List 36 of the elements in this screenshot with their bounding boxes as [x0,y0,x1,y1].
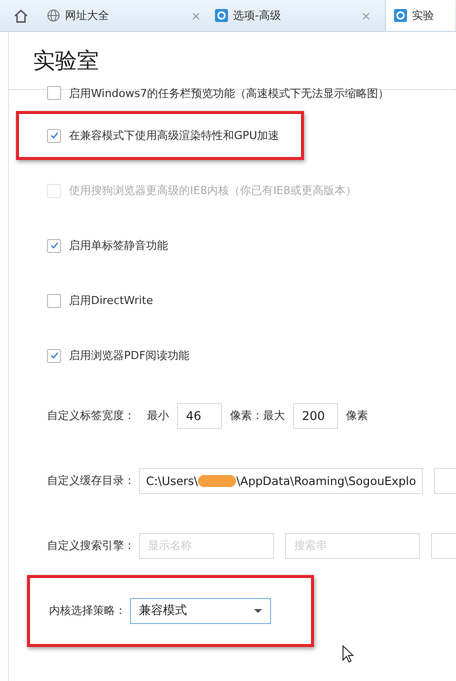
checkbox-label: 启用单标签静音功能 [69,238,168,253]
dropdown-arrow-icon [254,608,262,612]
page-title: 实验室 [32,48,100,76]
setting-label: 自定义缓存目录： [47,473,135,488]
checkbox[interactable] [47,238,61,252]
checkbox[interactable] [47,86,61,100]
field-label: 像素：最大 [230,408,285,423]
input-field[interactable]: 46 [177,402,222,428]
browser-tab[interactable]: 网址大全 × [47,0,215,31]
checkbox[interactable] [47,294,61,308]
globe-icon [47,9,60,22]
checkmark-icon [50,241,58,250]
checkmark-icon [50,131,58,140]
tab-label: 选项-高级 [233,8,281,23]
mouse-cursor-icon [342,645,354,663]
checkbox-label: 启用DirectWrite [69,293,153,308]
tab-label: 实验 [412,8,434,23]
tab-label: 网址大全 [65,8,109,23]
checkbox-label: 使用搜狗浏览器更高级的IE8内核（你已有IE8或更高版本） [69,183,356,198]
field-label: 最小 [147,408,169,423]
unit-label: 像素 [346,408,368,423]
browser-tab[interactable]: 实验 [385,0,455,31]
checkbox[interactable] [47,348,61,362]
checkbox-label: 启用浏览器PDF阅读功能 [69,348,190,363]
input-field[interactable]: 200 [293,402,338,428]
home-icon[interactable] [13,8,29,24]
checkbox[interactable] [47,128,61,142]
browser-tab[interactable]: 选项-高级 × [215,0,385,31]
setting-label: 内核选择策略： [49,603,126,618]
checkbox-label: 启用Windows7的任务栏预览功能（高速模式下无法显示缩略图） [69,86,390,100]
input-field[interactable]: C:\Users\ \AppData\Roaming\SogouExplo [139,468,423,494]
dropdown[interactable]: 兼容模式 [130,598,271,624]
checkbox-label: 在兼容模式下使用高级渲染特性和GPU加速 [69,128,280,143]
checkmark-icon [50,351,58,360]
setting-label: 自定义搜索引擎： [47,538,135,553]
setting-label: 自定义标签宽度： [47,408,135,423]
